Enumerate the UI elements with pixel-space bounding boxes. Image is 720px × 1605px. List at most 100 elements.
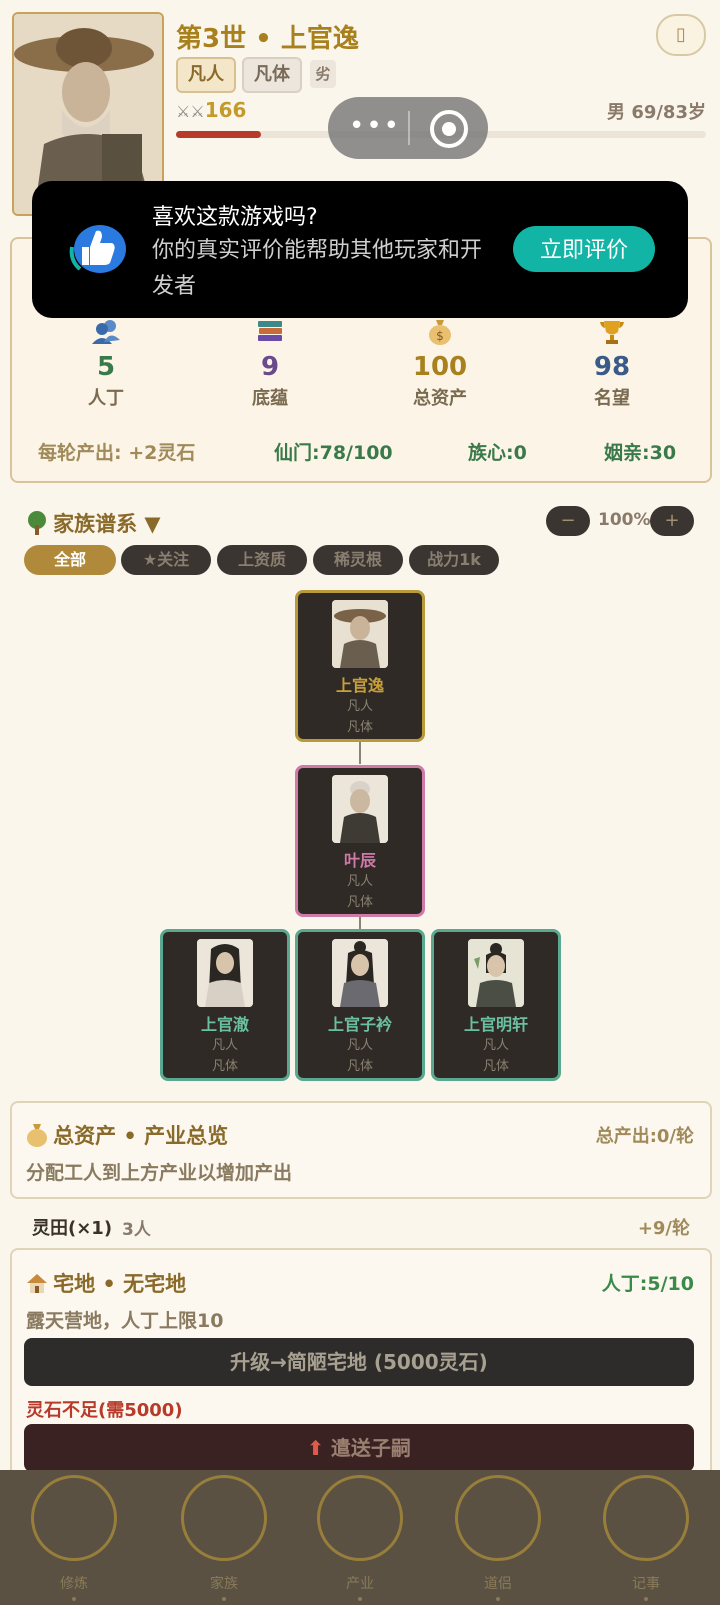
spirit-field-output: +9/轮 (637, 1218, 690, 1239)
books-icon (258, 321, 282, 341)
zoom-in-button[interactable]: + (650, 506, 694, 536)
member-body: 凡体 (346, 1059, 373, 1074)
send-child-button[interactable]: ⬆ 遣送子嗣 (24, 1424, 694, 1472)
more-icon[interactable]: ••• (348, 113, 402, 141)
member-portrait (197, 939, 253, 1007)
upgrade-homestead-button[interactable]: 升级→简陋宅地 (5000灵石) (24, 1338, 694, 1386)
member-card-spouse[interactable]: 叶辰 凡人 凡体 (295, 765, 425, 917)
money-bag-icon: $ (429, 320, 451, 345)
quality-tag: 劣 (310, 60, 336, 88)
filter-favorites[interactable]: ★关注 (121, 545, 211, 575)
upload-icon: ⬆ (307, 1436, 324, 1460)
income-label: 每轮产出: +2灵石 (38, 442, 196, 464)
stat-assets: $ 100 总资产 (380, 318, 500, 410)
nav-dot (358, 1597, 362, 1601)
member-rank: 凡人 (482, 1038, 509, 1053)
spirit-field-name[interactable]: 灵田(×1) (32, 1214, 112, 1240)
house-icon (27, 1274, 47, 1293)
member-name: 上官澈 (200, 1015, 249, 1034)
nav-industry[interactable]: 产业 (314, 1475, 406, 1601)
nav-label: 记事 (632, 1576, 660, 1592)
member-card-child[interactable]: 上官子衿 凡人 凡体 (295, 929, 425, 1081)
meditation-icon (31, 1475, 117, 1561)
stat-population: 5 人丁 (46, 318, 166, 410)
homestead-header: 宅地 • 无宅地 (26, 1268, 186, 1298)
stat-value: 9 (260, 352, 280, 382)
spirit-stone-warning: 灵石不足(需5000) (26, 1400, 183, 1421)
menu-button[interactable]: ▯ (656, 14, 706, 56)
family-tree-header[interactable]: 家族谱系 ▼ (26, 508, 161, 538)
member-name: 上官子衿 (327, 1015, 392, 1034)
member-portrait (332, 939, 388, 1007)
filter-all[interactable]: 全部 (24, 545, 116, 575)
age-label: 男 69/83岁 (607, 102, 706, 123)
assets-hint: 分配工人到上方产业以增加产出 (26, 1162, 293, 1184)
marriage-label: 姻亲:30 (604, 442, 677, 464)
member-portrait (332, 600, 388, 668)
tree-icon (28, 511, 46, 535)
stat-value: 5 (96, 352, 116, 382)
crossed-swords-icon: ⚔⚔ (176, 102, 205, 121)
people-icon (92, 320, 120, 344)
couple-icon (455, 1475, 541, 1561)
nav-dot (72, 1597, 76, 1601)
miniprogram-capsule: ••• (328, 97, 488, 159)
toast-title: 喜欢这款游戏吗? (152, 205, 318, 230)
zoom-out-button[interactable]: − (546, 506, 590, 536)
member-card-child[interactable]: 上官明轩 凡人 凡体 (431, 929, 561, 1081)
member-rank: 凡人 (346, 1038, 373, 1053)
lifespan-bar-fill (176, 131, 261, 138)
homestead-population: 人丁:5/10 (601, 1273, 694, 1295)
member-portrait (332, 775, 388, 843)
stat-label: 总资产 (413, 388, 467, 409)
stat-value: 100 (412, 352, 468, 382)
pagoda-icon (181, 1475, 267, 1561)
rate-now-button[interactable]: 立即评价 (513, 226, 655, 272)
member-name: 叶辰 (343, 851, 376, 870)
stat-reputation: 98 名望 (552, 318, 672, 410)
svg-text:$: $ (436, 329, 444, 343)
nav-dot (222, 1597, 226, 1601)
spirit-field-workers: 3人 (122, 1220, 151, 1240)
sect-label: 仙门:78/100 (274, 442, 393, 464)
trophy-icon (600, 321, 624, 344)
homestead-title: 宅地 • 无宅地 (53, 1272, 187, 1296)
player-title: 第3世 • 上官逸 (176, 24, 359, 54)
thumbs-up-icon (69, 225, 126, 273)
homestead-desc: 露天营地，人丁上限10 (26, 1310, 224, 1332)
close-miniprogram-icon[interactable] (430, 110, 468, 148)
combat-power-value: 166 (204, 98, 247, 122)
member-card-root[interactable]: 上官逸 凡人 凡体 (295, 590, 425, 742)
family-tree-title: 家族谱系 ▼ (53, 512, 161, 536)
capsule-divider (408, 111, 410, 145)
zoom-value: 100% (598, 510, 651, 530)
member-rank: 凡人 (346, 874, 373, 889)
filter-power-1k[interactable]: 战力1k (409, 545, 499, 575)
body-tag: 凡体 (242, 57, 302, 93)
mountain-icon (317, 1475, 403, 1561)
member-body: 凡体 (482, 1059, 509, 1074)
rating-toast: 喜欢这款游戏吗? 你的真实评价能帮助其他玩家和开发者 立即评价 (32, 181, 688, 318)
assets-header: 总资产 • 产业总览 (26, 1120, 228, 1150)
member-body: 凡体 (346, 720, 373, 735)
member-name: 上官逸 (335, 676, 384, 695)
nav-dot (496, 1597, 500, 1601)
clan-label: 族心:0 (468, 442, 527, 464)
filter-rare-root[interactable]: 稀灵根 (313, 545, 403, 575)
member-card-child[interactable]: 上官澈 凡人 凡体 (160, 929, 290, 1081)
filter-high-aptitude[interactable]: 上资质 (217, 545, 307, 575)
money-bag-icon (27, 1124, 47, 1147)
nav-partner[interactable]: 道侣 (452, 1475, 544, 1601)
nav-label: 家族 (210, 1576, 238, 1592)
total-output: 总产出:0/轮 (595, 1126, 694, 1147)
stat-heritage: 9 底蕴 (210, 318, 330, 410)
assets-title: 总资产 • 产业总览 (53, 1124, 229, 1148)
tree-connector (359, 740, 361, 764)
nav-cultivate[interactable]: 修炼 (28, 1475, 120, 1601)
nav-label: 产业 (346, 1576, 374, 1592)
stat-label: 名望 (594, 388, 630, 409)
member-body: 凡体 (211, 1059, 238, 1074)
nav-family[interactable]: 家族 (178, 1475, 270, 1601)
stat-value: 98 (593, 352, 631, 382)
nav-records[interactable]: 记事 (600, 1475, 692, 1601)
